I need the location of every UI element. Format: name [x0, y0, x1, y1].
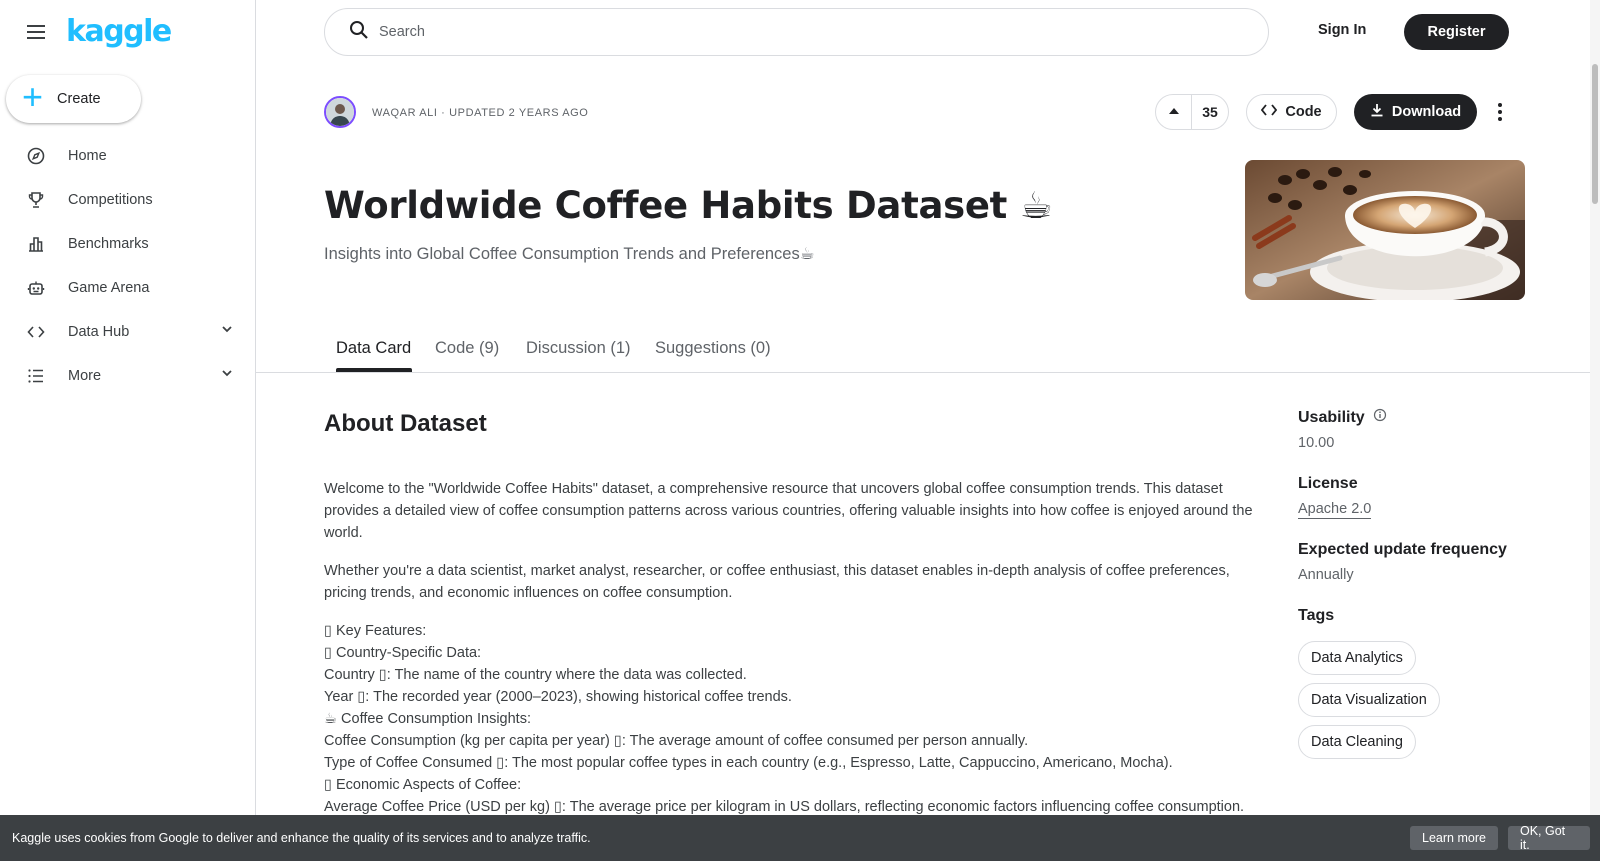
update-frequency-section: Expected update frequency Annually — [1298, 541, 1538, 583]
more-options-icon[interactable] — [1490, 98, 1510, 126]
sidebar-item-label: Benchmarks — [68, 236, 149, 252]
sidebar-item-more[interactable]: More — [0, 354, 256, 398]
sidebar-item-game-arena[interactable]: Game Arena — [0, 266, 256, 310]
brand: kaggle — [24, 14, 172, 49]
sign-in-button[interactable]: Sign In — [1318, 22, 1366, 38]
tab-discussion[interactable]: Discussion (1) — [526, 339, 631, 358]
page-title: Worldwide Coffee Habits Dataset ☕ — [324, 184, 1053, 227]
compass-icon — [26, 146, 46, 166]
upvote-button[interactable] — [1156, 95, 1192, 129]
sidebar-item-home[interactable]: Home — [0, 134, 256, 178]
update-frequency-value: Annually — [1298, 567, 1354, 583]
usability-value: 10.00 — [1298, 435, 1335, 451]
feature-list: ▯ Key Features: ▯ Country-Specific Data:… — [324, 620, 1274, 818]
register-button[interactable]: Register — [1404, 14, 1509, 50]
create-button[interactable]: + Create — [6, 75, 141, 123]
tag-chip[interactable]: Data Analytics — [1298, 641, 1416, 675]
code-icon — [1261, 103, 1278, 121]
tags-section: Tags Data Analytics Data Visualization D… — [1298, 607, 1538, 767]
license-link[interactable]: Apache 2.0 — [1298, 501, 1372, 519]
usability-heading: Usability — [1298, 408, 1538, 427]
feature-line: ▯ Key Features: — [324, 623, 427, 639]
sidebar-item-label: More — [68, 368, 102, 384]
cookie-banner: Kaggle uses cookies from Google to deliv… — [0, 815, 1600, 861]
update-frequency-label: Expected update frequency — [1298, 541, 1507, 558]
chevron-down-icon[interactable] — [220, 322, 234, 341]
tag-chip[interactable]: Data Visualization — [1298, 683, 1440, 717]
download-icon — [1370, 103, 1384, 121]
upvote-widget: 35 — [1155, 94, 1229, 130]
dataset-description: Welcome to the "Worldwide Coffee Habits"… — [324, 478, 1274, 818]
tags-label: Tags — [1298, 607, 1335, 624]
dataset-cover-image — [1245, 160, 1525, 300]
code-button-label: Code — [1285, 104, 1322, 120]
scrollbar-thumb[interactable] — [1592, 64, 1598, 204]
feature-line: Year ▯: The recorded year (2000–2023), s… — [324, 689, 792, 705]
bar-chart-icon — [26, 234, 46, 254]
robot-icon — [26, 278, 46, 298]
feature-line: ☕ Coffee Consumption Insights: — [324, 711, 531, 727]
tab-suggestions[interactable]: Suggestions (0) — [655, 339, 771, 358]
info-icon[interactable] — [1373, 408, 1387, 427]
search-bar[interactable] — [324, 8, 1269, 56]
list-icon — [26, 366, 46, 386]
cookie-message: Kaggle uses cookies from Google to deliv… — [12, 831, 591, 845]
tag-chip[interactable]: Data Cleaning — [1298, 725, 1416, 759]
sidebar-item-label: Competitions — [68, 192, 153, 208]
sidebar-item-label: Home — [68, 148, 107, 164]
plus-icon: + — [22, 76, 44, 117]
tab-data-card[interactable]: Data Card — [336, 339, 411, 358]
description-paragraph: Whether you're a data scientist, market … — [324, 563, 1230, 601]
search-input[interactable] — [379, 24, 1179, 40]
ok-got-it-button[interactable]: OK, Got it. — [1508, 824, 1590, 852]
caret-up-icon — [1168, 103, 1180, 121]
usability-section: Usability 10.00 — [1298, 408, 1538, 451]
license-section: License Apache 2.0 — [1298, 475, 1538, 519]
feature-line: Coffee Consumption (kg per capita per ye… — [324, 733, 1029, 749]
avatar[interactable] — [324, 96, 356, 128]
sidebar: kaggle + Create Home Competitions Benchm… — [0, 0, 256, 861]
description-paragraph: Welcome to the "Worldwide Coffee Habits"… — [324, 481, 1253, 541]
author-byline: WAQAR ALI · UPDATED 2 YEARS AGO — [372, 107, 589, 119]
sidebar-nav: Home Competitions Benchmarks Game Arena … — [0, 134, 256, 398]
license-label: License — [1298, 475, 1358, 492]
section-heading: About Dataset — [324, 410, 487, 437]
tag-list: Data Analytics Data Visualization Data C… — [1298, 641, 1538, 767]
tab-code[interactable]: Code (9) — [435, 339, 499, 358]
sidebar-item-label: Data Hub — [68, 324, 130, 340]
usability-label: Usability — [1298, 408, 1365, 426]
scrollbar[interactable] — [1590, 0, 1600, 815]
code-button[interactable]: Code — [1246, 94, 1337, 130]
search-icon — [349, 20, 369, 45]
learn-more-button[interactable]: Learn more — [1410, 826, 1498, 850]
feature-line: ▯ Country-Specific Data: — [324, 645, 482, 661]
sidebar-item-benchmarks[interactable]: Benchmarks — [0, 222, 256, 266]
sidebar-item-label: Game Arena — [68, 280, 150, 296]
feature-line: Type of Coffee Consumed ▯: The most popu… — [324, 755, 1173, 771]
code-brackets-icon — [26, 322, 46, 342]
kaggle-logo[interactable]: kaggle — [66, 14, 172, 49]
download-button[interactable]: Download — [1354, 94, 1477, 130]
tab-bar: Data Card Code (9) Discussion (1) Sugges… — [256, 325, 1590, 373]
chevron-down-icon[interactable] — [220, 366, 234, 385]
menu-icon[interactable] — [24, 20, 48, 44]
active-tab-indicator — [336, 368, 412, 372]
create-label: Create — [57, 91, 101, 107]
feature-line: Country ▯: The name of the country where… — [324, 667, 747, 683]
sidebar-item-data-hub[interactable]: Data Hub — [0, 310, 256, 354]
feature-line: ▯ Economic Aspects of Coffee: — [324, 777, 522, 793]
download-button-label: Download — [1391, 104, 1462, 120]
trophy-icon — [26, 190, 46, 210]
vote-count: 35 — [1202, 104, 1218, 120]
page-subtitle: Insights into Global Coffee Consumption … — [324, 245, 815, 263]
sidebar-item-competitions[interactable]: Competitions — [0, 178, 256, 222]
metadata-panel: Usability 10.00 License Apache 2.0 Expec… — [1298, 408, 1538, 791]
